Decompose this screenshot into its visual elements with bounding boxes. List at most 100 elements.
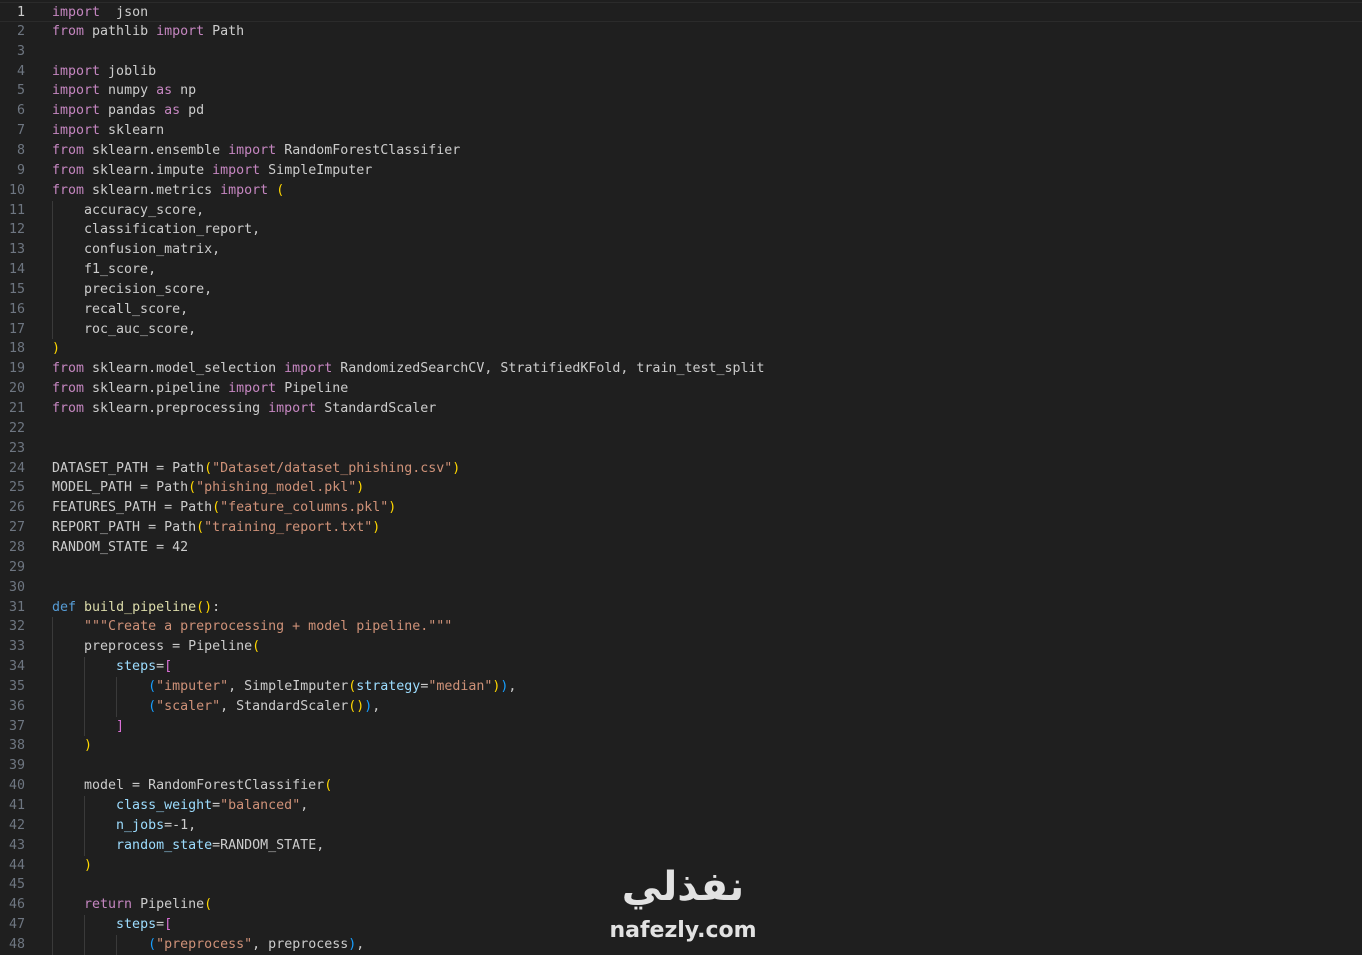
line-number: 46: [8, 897, 25, 913]
code-line[interactable]: 33 preprocess = Pipeline(: [0, 637, 1362, 658]
code-line[interactable]: 22: [0, 419, 1362, 439]
line-number: 47: [8, 917, 25, 933]
code-text: FEATURES_PATH = Path("feature_columns.pk…: [52, 498, 396, 518]
code-line[interactable]: 16 recall_score,: [0, 299, 1362, 320]
code-token: roc_auc_score,: [52, 321, 197, 337]
code-text: from sklearn.impute import SimpleImputer: [52, 161, 372, 181]
code-text: classification_report,: [52, 220, 260, 240]
code-token: (: [196, 520, 205, 536]
code-text: ("scaler", StandardScaler()),: [52, 697, 380, 717]
code-line[interactable]: 23: [0, 439, 1362, 459]
line-number: 17: [8, 321, 25, 337]
code-line[interactable]: 4 import joblib: [0, 62, 1362, 82]
line-number: 42: [8, 817, 25, 833]
code-token: import: [52, 83, 101, 99]
code-line[interactable]: 15 precision_score,: [0, 279, 1362, 300]
code-text: RANDOM_STATE = 42: [52, 538, 188, 558]
code-token: import: [156, 23, 205, 39]
code-token: import: [52, 123, 101, 139]
line-number: 23: [8, 440, 25, 456]
code-token: (: [204, 460, 213, 476]
code-line[interactable]: 30: [0, 578, 1362, 598]
code-line[interactable]: 24 DATASET_PATH = Path("Dataset/dataset_p…: [0, 459, 1362, 479]
code-line[interactable]: 3: [0, 42, 1362, 62]
code-editor[interactable]: 1 import json 2 from pathlib import Path 3 4 i…: [0, 0, 1362, 955]
code-token: "phishing_model.pkl": [196, 480, 357, 496]
code-token: "Dataset/dataset_phishing.csv": [212, 460, 453, 476]
code-token: Pipeline: [132, 897, 205, 913]
code-text: from pathlib import Path: [52, 22, 244, 42]
watermark-latin-text: nafezly.com: [609, 918, 757, 943]
code-line[interactable]: 36 ("scaler", StandardScaler()),: [0, 696, 1362, 717]
code-line[interactable]: 34 steps=[: [0, 657, 1362, 677]
code-line[interactable]: 38 ): [0, 736, 1362, 757]
code-token: steps: [116, 917, 157, 933]
code-line[interactable]: 31 def build_pipeline():: [0, 598, 1362, 618]
code-token: =RANDOM_STATE,: [212, 837, 325, 853]
code-line[interactable]: 27 REPORT_PATH = Path("training_report.tx…: [0, 518, 1362, 538]
code-line[interactable]: 40 model = RandomForestClassifier(: [0, 776, 1362, 796]
code-line[interactable]: 35 ("imputer", SimpleImputer(strategy="m…: [0, 676, 1362, 697]
code-token: steps: [116, 659, 157, 675]
code-line[interactable]: 7 import sklearn: [0, 121, 1362, 141]
code-line[interactable]: 17 roc_auc_score,: [0, 319, 1362, 340]
code-line[interactable]: 28 RANDOM_STATE = 42: [0, 538, 1362, 558]
code-line[interactable]: 42 n_jobs=-1,: [0, 815, 1362, 836]
code-line[interactable]: 1 import json: [0, 2, 1362, 22]
code-line[interactable]: 20 from sklearn.pipeline import Pipeline: [0, 379, 1362, 399]
line-number: 33: [8, 639, 25, 655]
code-token: """Create a preprocessing + model pipeli…: [84, 619, 453, 635]
code-token: ): [356, 480, 365, 496]
line-number: 7: [16, 123, 25, 139]
line-number: 11: [8, 202, 25, 218]
code-line[interactable]: 26 FEATURES_PATH = Path("feature_columns.…: [0, 498, 1362, 518]
code-token: as: [164, 103, 181, 119]
code-text: ): [52, 736, 92, 756]
code-line[interactable]: 19 from sklearn.model_selection import Ra…: [0, 359, 1362, 379]
code-token: numpy: [100, 83, 157, 99]
code-line[interactable]: 2 from pathlib import Path: [0, 22, 1362, 42]
code-line[interactable]: 43 random_state=RANDOM_STATE,: [0, 835, 1362, 856]
code-line[interactable]: 21 from sklearn.preprocessing import Stan…: [0, 399, 1362, 419]
code-line[interactable]: 14 f1_score,: [0, 260, 1362, 280]
line-number: 12: [8, 222, 25, 238]
code-token: REPORT_PATH = Path: [52, 520, 197, 536]
line-number: 5: [16, 83, 25, 99]
code-line[interactable]: 5 import numpy as np: [0, 81, 1362, 101]
code-token: np: [172, 83, 197, 99]
code-line[interactable]: 10 from sklearn.metrics import (: [0, 181, 1362, 201]
code-line[interactable]: 18): [0, 339, 1362, 359]
line-number: 45: [8, 877, 25, 893]
code-line[interactable]: 9 from sklearn.impute import SimpleImpute…: [0, 161, 1362, 181]
code-text: accuracy_score,: [52, 201, 204, 221]
code-token: (: [324, 778, 333, 794]
code-line[interactable]: 25 MODEL_PATH = Path("phishing_model.pkl"…: [0, 478, 1362, 498]
code-token: json: [100, 5, 149, 20]
code-token: "feature_columns.pkl": [220, 500, 389, 516]
code-line[interactable]: 13 confusion_matrix,: [0, 240, 1362, 261]
code-line[interactable]: 8 from sklearn.ensemble import RandomFore…: [0, 141, 1362, 161]
code-text: from sklearn.ensemble import RandomFores…: [52, 141, 460, 161]
code-text: from sklearn.metrics import (: [52, 181, 284, 201]
code-token: sklearn.ensemble: [84, 142, 229, 158]
code-line[interactable]: 12 classification_report,: [0, 220, 1362, 241]
code-token: preprocess = Pipeline: [52, 639, 253, 655]
code-token: model = RandomForestClassifier: [52, 778, 325, 794]
code-line[interactable]: 37 ]: [0, 716, 1362, 737]
code-line[interactable]: 11 accuracy_score,: [0, 200, 1362, 221]
code-token: import: [52, 5, 101, 20]
code-line[interactable]: 41 class_weight="balanced",: [0, 796, 1362, 816]
code-line[interactable]: 29: [0, 558, 1362, 578]
line-number: 21: [8, 401, 25, 416]
code-token: ): [84, 857, 93, 873]
code-line[interactable]: 39: [0, 756, 1362, 777]
code-text: import joblib: [52, 62, 156, 82]
code-line[interactable]: 32 """Create a preprocessing + model pip…: [0, 617, 1362, 638]
code-line[interactable]: 6 import pandas as pd: [0, 101, 1362, 121]
code-token: classification_report,: [52, 222, 261, 238]
